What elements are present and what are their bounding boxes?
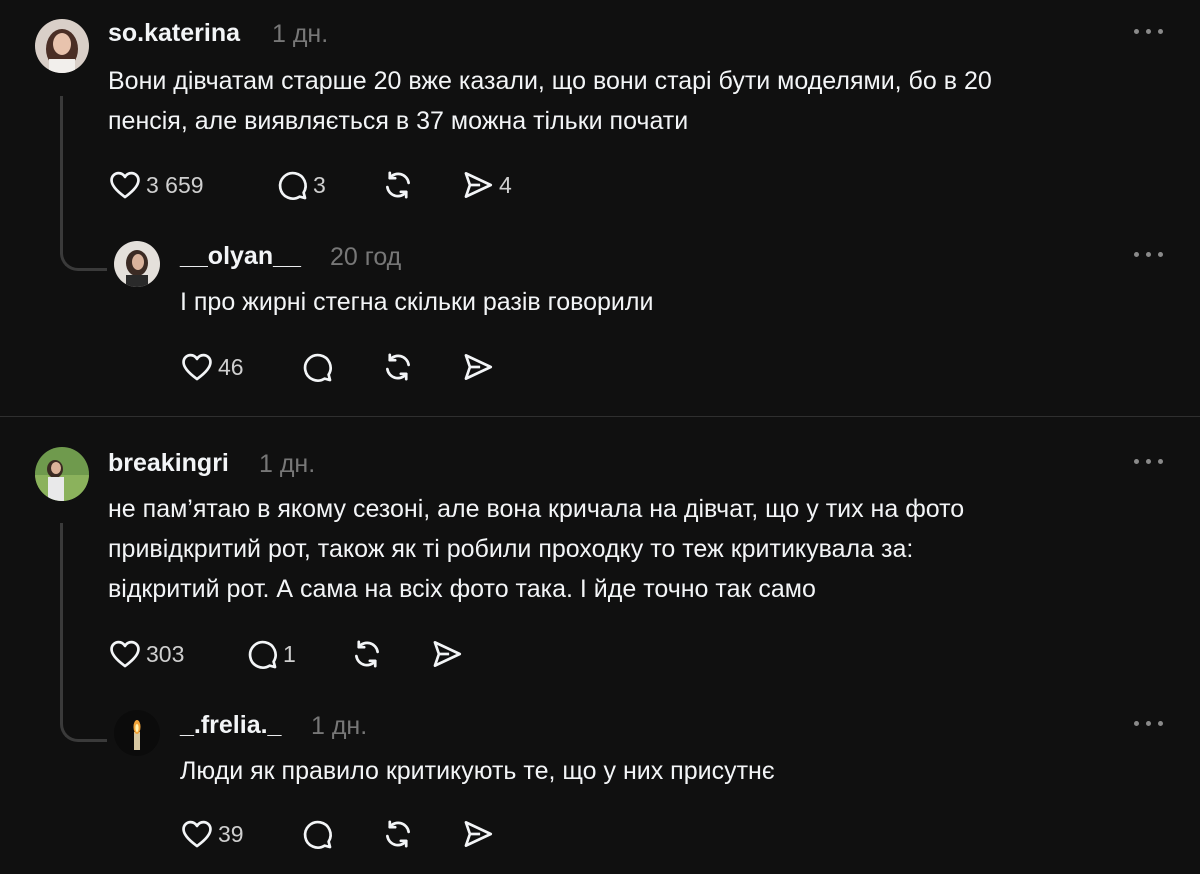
username[interactable]: __olyan__ <box>180 242 301 271</box>
reply-count: 1 <box>283 640 296 667</box>
like-count: 39 <box>218 820 244 847</box>
more-options-icon[interactable] <box>1132 719 1166 729</box>
reply-button[interactable] <box>300 817 334 851</box>
like-count: 303 <box>146 640 185 667</box>
post-time: 1 дн. <box>272 20 329 48</box>
thread: breakingri 1 дн. не пам’ятаю в якому сез… <box>0 417 1200 874</box>
avatar[interactable] <box>35 19 89 73</box>
repost-button[interactable] <box>381 817 415 851</box>
avatar[interactable] <box>35 447 89 501</box>
comment-icon <box>278 171 307 200</box>
heart-icon <box>110 640 140 668</box>
avatar[interactable] <box>114 241 160 287</box>
like-button[interactable]: 46 <box>180 350 244 384</box>
repost-button[interactable] <box>381 350 415 384</box>
repost-button[interactable] <box>381 168 415 202</box>
post-text-line: Люди як правило критикують те, що у них … <box>180 757 775 785</box>
like-count: 3 659 <box>146 171 204 198</box>
share-button[interactable]: 4 <box>461 168 512 202</box>
post-text-line: пенсія, але виявляється в 37 можна тільк… <box>108 107 689 135</box>
repost-icon <box>386 353 410 381</box>
send-icon <box>433 641 462 667</box>
send-icon <box>464 821 493 847</box>
repost-button[interactable] <box>350 637 384 671</box>
post-text-line: не пам’ятаю в якому сезоні, але вона кри… <box>108 495 965 523</box>
username[interactable]: _.frelia._ <box>180 711 281 740</box>
more-options-icon[interactable] <box>1132 27 1166 37</box>
avatar[interactable] <box>114 710 160 756</box>
send-icon <box>464 354 493 380</box>
post-text-line: привідкритий рот, також як ті робили про… <box>108 535 914 563</box>
thread: so.katerina 1 дн. Вони дівчатам старше 2… <box>0 0 1200 416</box>
comment-icon <box>303 353 332 382</box>
reply-count: 3 <box>313 171 326 198</box>
post-text-line: Вони дівчатам старше 20 вже казали, що в… <box>108 67 992 95</box>
comment-icon <box>303 820 332 849</box>
post: so.katerina 1 дн. Вони дівчатам старше 2… <box>0 0 1200 230</box>
like-button[interactable]: 39 <box>180 817 244 851</box>
more-options-icon[interactable] <box>1132 250 1166 260</box>
username[interactable]: breakingri <box>108 449 229 478</box>
post-time: 20 год <box>330 243 402 271</box>
share-button[interactable] <box>461 817 495 851</box>
heart-icon <box>182 820 212 848</box>
like-button[interactable]: 303 <box>108 637 184 671</box>
heart-icon <box>182 353 212 381</box>
repost-icon <box>386 820 410 848</box>
like-button[interactable]: 3 659 <box>108 168 204 202</box>
post-time: 1 дн. <box>311 712 368 740</box>
reply-button[interactable] <box>300 350 334 384</box>
heart-icon <box>110 171 140 199</box>
repost-icon <box>355 640 379 668</box>
post: breakingri 1 дн. не пам’ятаю в якому сез… <box>0 417 1200 687</box>
comment-icon <box>248 640 277 669</box>
share-count: 4 <box>499 171 512 198</box>
reply-button[interactable]: 3 <box>275 168 326 202</box>
username[interactable]: so.katerina <box>108 19 240 48</box>
post-text-line: І про жирні стегна скільки разів говорил… <box>180 288 654 316</box>
repost-icon <box>386 171 410 199</box>
reply-post: __olyan__ 20 год І про жирні стегна скіл… <box>0 236 1200 406</box>
reply-post: _.frelia._ 1 дн. Люди як правило критику… <box>0 705 1200 874</box>
post-text-line: відкритий рот. А сама на всіх фото така.… <box>108 575 816 603</box>
post-time: 1 дн. <box>259 450 316 478</box>
like-count: 46 <box>218 353 244 380</box>
more-options-icon[interactable] <box>1132 457 1166 467</box>
reply-button[interactable]: 1 <box>245 637 296 671</box>
share-button[interactable] <box>461 350 495 384</box>
send-icon <box>464 172 493 198</box>
share-button[interactable] <box>430 637 464 671</box>
